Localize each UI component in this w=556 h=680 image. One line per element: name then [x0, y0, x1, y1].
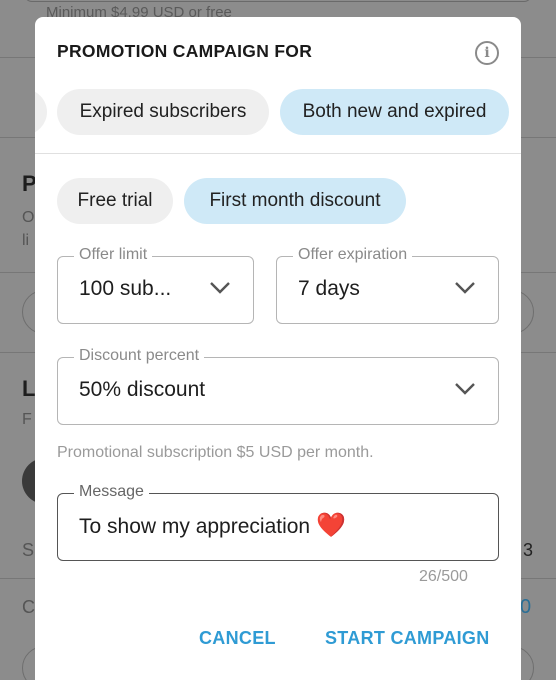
start-campaign-button[interactable]: START CAMPAIGN: [325, 628, 490, 649]
background-text-fragment: C: [22, 597, 35, 617]
background-text-fragment: O: [22, 209, 35, 226]
discount-percent-value: 50% discount: [79, 378, 206, 401]
background-price-field: [24, 0, 532, 2]
chevron-down-icon: [455, 282, 475, 294]
background-text-fragment: S: [22, 540, 35, 560]
background-text-fragment: 3: [523, 540, 534, 560]
audience-chip-expired[interactable]: Expired subscribers: [57, 89, 269, 135]
background-link-fragment: 0: [520, 596, 532, 618]
offer-chip-free-trial[interactable]: Free trial: [57, 178, 173, 224]
offer-expiration-select[interactable]: Offer expiration 7 days: [276, 246, 499, 324]
offer-chip-first-month-discount[interactable]: First month discount: [184, 178, 406, 224]
offer-expiration-label: Offer expiration: [293, 246, 413, 264]
chevron-down-icon: [210, 282, 230, 294]
dialog-title: PROMOTION CAMPAIGN FOR: [57, 41, 313, 61]
info-icon[interactable]: i: [475, 41, 499, 65]
promotion-campaign-dialog: PROMOTION CAMPAIGN FOR i Expired subscri…: [35, 17, 521, 680]
discount-percent-select[interactable]: Discount percent 50% discount: [57, 347, 499, 425]
cancel-button[interactable]: CANCEL: [199, 628, 276, 649]
message-value: To show my appreciation ❤️: [79, 511, 346, 540]
background-text-fragment: li: [22, 232, 30, 249]
section-divider: [35, 153, 521, 154]
promotion-price-helper: Promotional subscription $5 USD per mont…: [57, 444, 374, 461]
offer-expiration-value: 7 days: [298, 277, 360, 300]
audience-chip-both[interactable]: Both new and expired: [280, 89, 509, 135]
chevron-down-icon: [455, 383, 475, 395]
background-text-fragment: F: [22, 411, 32, 428]
offer-limit-value: 100 sub...: [79, 277, 172, 300]
discount-percent-label: Discount percent: [74, 347, 205, 365]
offer-limit-label: Offer limit: [74, 246, 153, 264]
character-counter: 26/500: [419, 568, 468, 585]
message-field[interactable]: Message To show my appreciation ❤️: [57, 483, 499, 561]
heart-emoji-icon: ❤️: [315, 512, 346, 539]
offer-limit-select[interactable]: Offer limit 100 sub...: [57, 246, 254, 324]
background-heading-fragment: L: [22, 376, 36, 401]
message-label: Message: [74, 483, 149, 501]
message-text: To show my appreciation: [79, 515, 311, 538]
audience-chip-new[interactable]: [35, 89, 47, 135]
